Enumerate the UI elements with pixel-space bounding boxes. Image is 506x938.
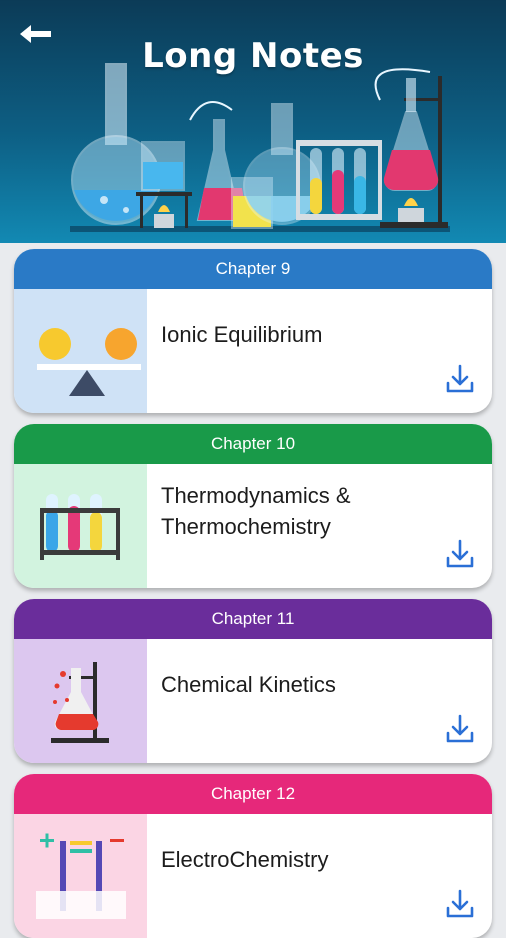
page-title: Long Notes bbox=[142, 36, 364, 76]
chapter-title: Chemical Kinetics bbox=[161, 672, 336, 697]
download-button[interactable] bbox=[442, 886, 478, 922]
chapter-title: ElectroChemistry bbox=[161, 847, 329, 872]
test-tube-rack-icon bbox=[39, 494, 120, 560]
chapter-card[interactable]: Chapter 12 ElectroChemistry bbox=[14, 774, 492, 938]
chapter-title: Thermodynamics & Thermochemistry bbox=[161, 483, 351, 539]
lab-flask-stand-icon bbox=[50, 662, 109, 743]
download-icon bbox=[446, 364, 474, 393]
chapter-thumbnail bbox=[14, 289, 147, 413]
download-icon bbox=[446, 539, 474, 568]
balance-scale-icon bbox=[36, 328, 141, 396]
download-button[interactable] bbox=[442, 711, 478, 747]
download-button[interactable] bbox=[442, 536, 478, 572]
chapter-label: Chapter 12 bbox=[14, 774, 492, 814]
download-button[interactable] bbox=[442, 361, 478, 397]
electrolysis-icon bbox=[35, 833, 126, 919]
chapter-card[interactable]: Chapter 10 Thermodynamics & Thermochemis… bbox=[14, 424, 492, 588]
chapter-thumbnail bbox=[14, 814, 147, 938]
chapter-card[interactable]: Chapter 11 Chemical Kinetics bbox=[14, 599, 492, 763]
chapter-label: Chapter 11 bbox=[14, 599, 492, 639]
chapter-thumbnail bbox=[14, 639, 147, 763]
chapter-thumbnail bbox=[14, 464, 147, 588]
chapter-title: Ionic Equilibrium bbox=[161, 322, 323, 347]
header-banner: Long Notes bbox=[0, 0, 506, 243]
download-icon bbox=[446, 889, 474, 918]
download-icon bbox=[446, 714, 474, 743]
chapter-label: Chapter 9 bbox=[14, 249, 492, 289]
chapter-card[interactable]: Chapter 9 Ionic Equilibrium bbox=[14, 249, 492, 413]
chapter-label: Chapter 10 bbox=[14, 424, 492, 464]
